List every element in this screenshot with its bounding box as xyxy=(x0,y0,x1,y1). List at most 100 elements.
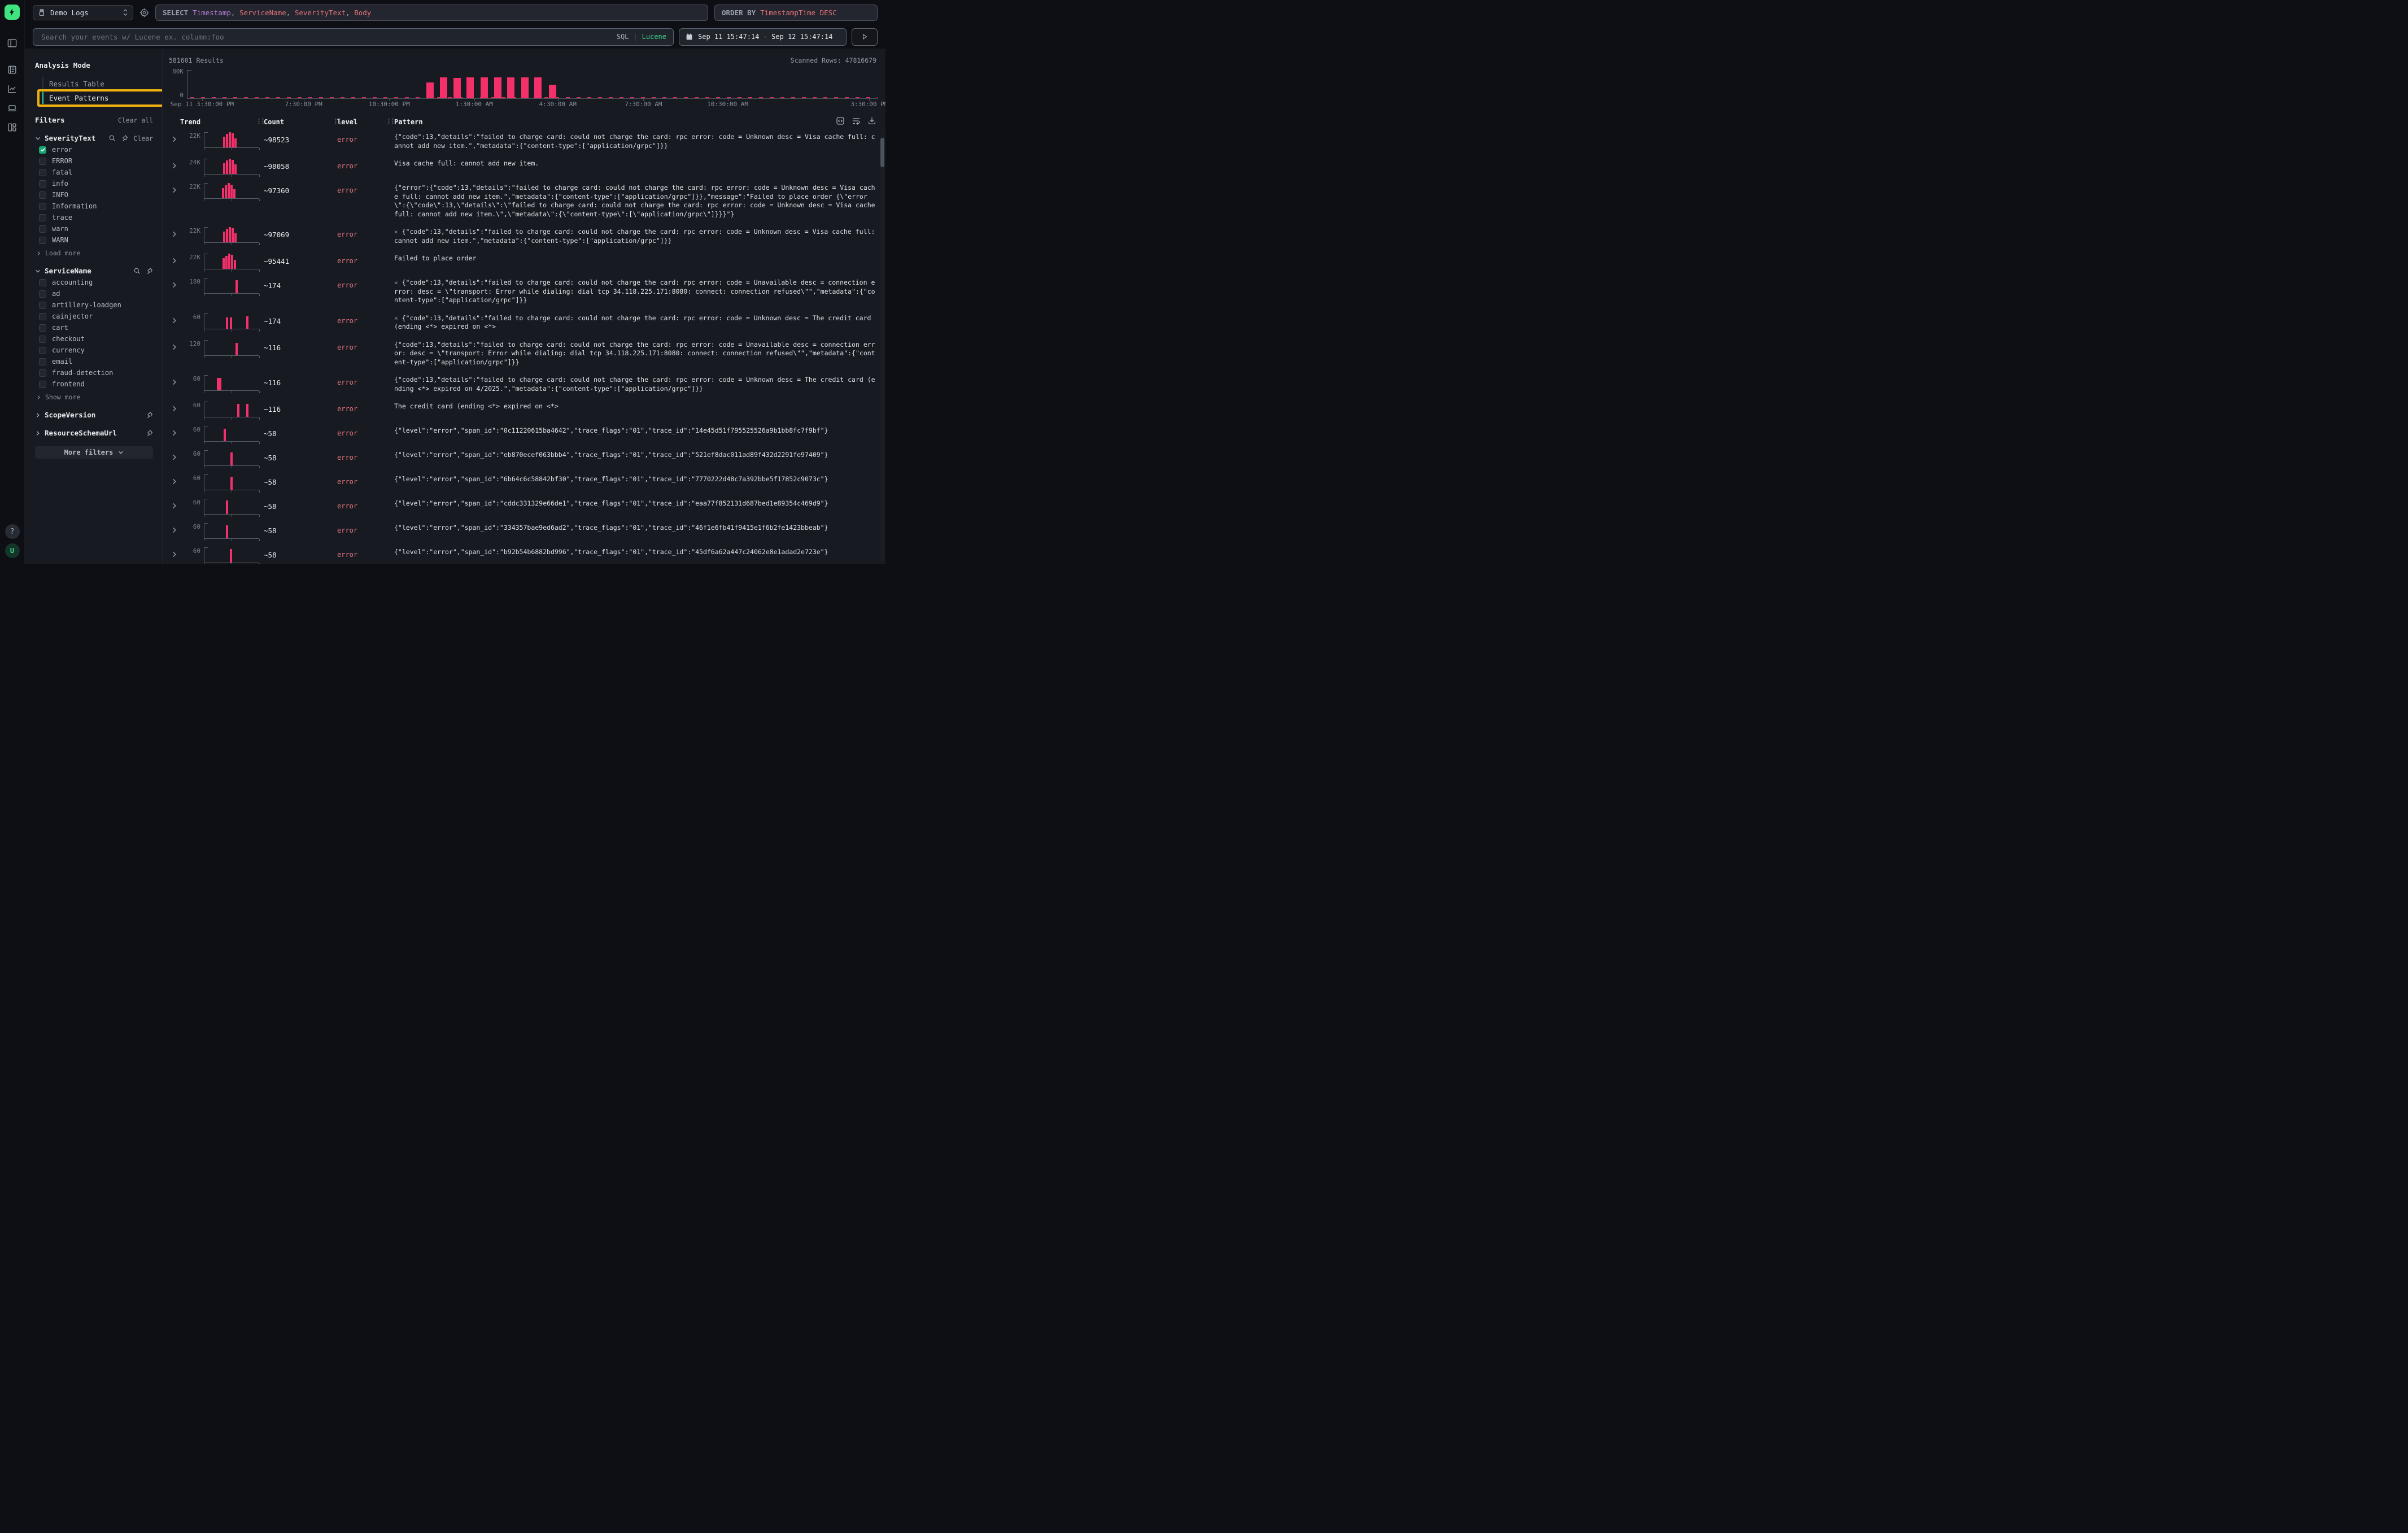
pattern-row[interactable]: 60~58error{"level":"error","span_id":"0c… xyxy=(168,421,879,446)
show-more-button[interactable]: Show more xyxy=(35,393,153,401)
checkbox-unchecked[interactable] xyxy=(39,302,46,309)
checkbox-unchecked[interactable] xyxy=(39,158,46,165)
exclude-pattern-icon[interactable]: × xyxy=(394,228,398,236)
filter-option[interactable]: trace xyxy=(35,214,153,221)
checkbox-unchecked[interactable] xyxy=(39,237,46,244)
checkbox-unchecked[interactable] xyxy=(39,169,46,176)
pattern-row[interactable]: 24K~98058errorVisa cache full: cannot ad… xyxy=(168,154,879,178)
filter-option[interactable]: Information xyxy=(35,202,153,210)
pattern-row[interactable]: 22K~98523error{"code":13,"details":"fail… xyxy=(168,128,879,154)
filter-option[interactable]: info xyxy=(35,180,153,188)
search-icon[interactable] xyxy=(108,134,116,142)
load-more-button[interactable]: Load more xyxy=(35,249,153,257)
exclude-pattern-icon[interactable]: × xyxy=(394,315,398,322)
user-avatar[interactable]: U xyxy=(5,543,20,558)
download-icon[interactable] xyxy=(867,116,876,125)
clear-group-button[interactable]: Clear xyxy=(133,134,153,142)
view-code-icon[interactable] xyxy=(836,116,845,125)
filter-option[interactable]: fraud-detection xyxy=(35,369,153,377)
column-resize-handle[interactable]: ⋮⋮ xyxy=(333,117,341,125)
row-expand-chevron[interactable] xyxy=(168,503,180,509)
column-header-pattern[interactable]: Pattern xyxy=(391,118,840,126)
filter-option[interactable]: ERROR xyxy=(35,157,153,165)
row-expand-chevron[interactable] xyxy=(168,478,180,485)
column-header-trend[interactable]: Trend xyxy=(180,118,264,126)
row-expand-chevron[interactable] xyxy=(168,231,180,237)
checkbox-unchecked[interactable] xyxy=(39,214,46,221)
checkbox-unchecked[interactable] xyxy=(39,324,46,332)
row-expand-chevron[interactable] xyxy=(168,406,180,412)
column-resize-handle[interactable]: ⋮⋮ xyxy=(256,117,264,125)
lang-lucene-toggle[interactable]: Lucene xyxy=(642,33,666,41)
row-expand-chevron[interactable] xyxy=(168,344,180,350)
source-selector[interactable]: Demo Logs xyxy=(33,5,133,20)
pattern-row[interactable]: 60~58error{"level":"error","span_id":"eb… xyxy=(168,446,879,470)
filter-option[interactable]: currency xyxy=(35,346,153,354)
filter-option[interactable]: artillery-loadgen xyxy=(35,301,153,309)
search-input[interactable] xyxy=(40,32,617,42)
select-query-input[interactable]: SELECT Timestamp, ServiceName, SeverityT… xyxy=(155,5,708,21)
more-filters-button[interactable]: More filters xyxy=(35,446,153,459)
checkbox-unchecked[interactable] xyxy=(39,225,46,233)
checkbox-checked[interactable] xyxy=(39,146,46,154)
help-button[interactable]: ? xyxy=(5,524,20,539)
gear-icon[interactable] xyxy=(139,8,149,18)
row-expand-chevron[interactable] xyxy=(168,258,180,264)
row-expand-chevron[interactable] xyxy=(168,551,180,558)
checkbox-unchecked[interactable] xyxy=(39,203,46,210)
pattern-row[interactable]: 60~174error×{"code":13,"details":"failed… xyxy=(168,309,879,336)
filter-option[interactable]: accounting xyxy=(35,278,153,286)
pattern-row[interactable]: 60~58error{"level":"error","span_id":"6b… xyxy=(168,470,879,494)
column-header-count[interactable]: Count xyxy=(264,118,337,126)
pattern-row[interactable]: 60~58error{"level":"error","span_id":"b9… xyxy=(168,543,879,564)
checkbox-unchecked[interactable] xyxy=(39,381,46,388)
row-expand-chevron[interactable] xyxy=(168,527,180,533)
line-chart-icon[interactable] xyxy=(7,83,18,94)
pattern-row[interactable]: 22K~97360error{"error":{"code":13,"detai… xyxy=(168,178,879,223)
pattern-row[interactable]: 60~116error{"code":13,"details":"failed … xyxy=(168,371,879,397)
pattern-row[interactable]: 60~58error{"level":"error","span_id":"33… xyxy=(168,519,879,543)
mode-results-table[interactable]: Results Table xyxy=(43,77,153,91)
checkbox-unchecked[interactable] xyxy=(39,191,46,199)
filter-option[interactable]: WARN xyxy=(35,236,153,244)
pin-icon[interactable] xyxy=(146,267,153,275)
checkbox-unchecked[interactable] xyxy=(39,336,46,343)
search-icon[interactable] xyxy=(133,267,141,275)
checkbox-unchecked[interactable] xyxy=(39,369,46,377)
row-expand-chevron[interactable] xyxy=(168,163,180,169)
wrap-text-icon[interactable] xyxy=(852,116,861,125)
filter-group-header[interactable]: ResourceSchemaUrl xyxy=(35,429,153,437)
pattern-row[interactable]: 180~174error×{"code":13,"details":"faile… xyxy=(168,273,879,309)
pattern-row[interactable]: 120~116error{"code":13,"details":"failed… xyxy=(168,336,879,371)
row-expand-chevron[interactable] xyxy=(168,317,180,324)
pattern-row[interactable]: 22K~95441errorFailed to place order xyxy=(168,249,879,273)
order-by-input[interactable]: ORDER BY TimestampTime DESC xyxy=(714,5,878,21)
filter-option[interactable]: INFO xyxy=(35,191,153,199)
row-expand-chevron[interactable] xyxy=(168,282,180,288)
lang-sql-toggle[interactable]: SQL xyxy=(617,33,629,41)
filter-group-header[interactable]: SeverityText Clear xyxy=(35,134,153,142)
row-expand-chevron[interactable] xyxy=(168,454,180,460)
filter-option[interactable]: warn xyxy=(35,225,153,233)
row-expand-chevron[interactable] xyxy=(168,430,180,436)
filter-option[interactable]: ad xyxy=(35,290,153,298)
filter-option[interactable]: cart xyxy=(35,324,153,332)
dashboard-layout-icon[interactable] xyxy=(7,121,18,133)
row-expand-chevron[interactable] xyxy=(168,136,180,142)
filter-option[interactable]: frontend xyxy=(35,380,153,388)
clear-all-button[interactable]: Clear all xyxy=(118,116,153,124)
panel-left-icon[interactable] xyxy=(7,37,18,49)
time-range-picker[interactable]: Sep 11 15:47:14 - Sep 12 15:47:14 xyxy=(679,28,847,46)
filter-group-header[interactable]: ScopeVersion xyxy=(35,411,153,419)
pattern-row[interactable]: 60~116errorThe credit card (ending <*> e… xyxy=(168,397,879,421)
checkbox-unchecked[interactable] xyxy=(39,358,46,365)
checkbox-unchecked[interactable] xyxy=(39,313,46,320)
row-expand-chevron[interactable] xyxy=(168,379,180,385)
pattern-row[interactable]: 22K~97069error×{"code":13,"details":"fai… xyxy=(168,223,879,249)
row-expand-chevron[interactable] xyxy=(168,187,180,193)
run-query-button[interactable] xyxy=(852,28,878,46)
pin-icon[interactable] xyxy=(146,411,153,419)
filter-group-header[interactable]: ServiceName xyxy=(35,267,153,275)
laptop-sessions-icon[interactable] xyxy=(7,102,18,114)
column-header-level[interactable]: level xyxy=(337,118,391,126)
